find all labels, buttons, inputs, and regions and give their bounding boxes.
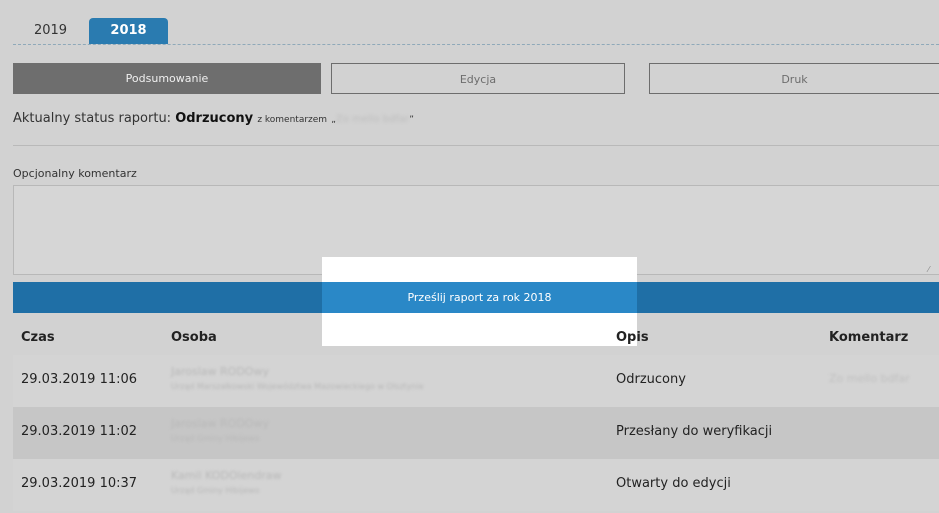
year-tabs: 2019 2018 xyxy=(13,18,939,45)
highlight-overlay-bottom xyxy=(322,313,637,346)
status-prefix: Aktualny status raportu: xyxy=(13,111,172,126)
row-description: Otwarty do edycji xyxy=(616,476,731,491)
header-comment: Komentarz xyxy=(829,330,909,345)
report-status: Aktualny status raportu: Odrzucony z kom… xyxy=(13,111,414,126)
row-person: Kamil KODOlendraw Urząd Gminy Hlbijewo xyxy=(171,469,282,495)
print-button[interactable]: Druk xyxy=(649,63,939,94)
comment-label: Opcjonalny komentarz xyxy=(13,167,137,180)
person-name: Kamil KODOlendraw xyxy=(171,469,282,482)
person-name: Jaroslaw RODOwy xyxy=(171,417,269,430)
row-time: 29.03.2019 11:02 xyxy=(21,424,138,439)
row-person: Jaroslaw RODOwy Urząd Gminy Hlbijewo xyxy=(171,417,269,443)
highlight-overlay-top xyxy=(322,257,637,282)
summary-button[interactable]: Podsumowanie xyxy=(13,63,321,94)
row-time: 29.03.2019 10:37 xyxy=(21,476,138,491)
person-org: Urząd Gminy Hlbijewo xyxy=(171,486,260,495)
table-row: 29.03.2019 11:02 Jaroslaw RODOwy Urząd G… xyxy=(13,407,939,459)
table-row: 29.03.2019 10:37 Kamil KODOlendraw Urząd… xyxy=(13,459,939,511)
row-description: Przesłany do weryfikacji xyxy=(616,424,773,439)
person-name: Jaroslaw RODOwy xyxy=(171,365,269,378)
edit-button[interactable]: Edycja xyxy=(331,63,625,94)
person-org: Urząd Gminy Hlbijewo xyxy=(171,434,260,443)
table-row: 29.03.2019 11:06 Jaroslaw RODOwy Urząd M… xyxy=(13,355,939,407)
header-person: Osoba xyxy=(171,330,217,345)
tab-2018[interactable]: 2018 xyxy=(89,18,168,44)
row-time: 29.03.2019 11:06 xyxy=(21,372,138,387)
person-org: Urząd Marszałkowski Województwa Mazowiec… xyxy=(171,382,424,391)
row-person: Jaroslaw RODOwy Urząd Marszałkowski Woje… xyxy=(171,365,424,391)
divider xyxy=(13,145,939,146)
row-description: Odrzucony xyxy=(616,372,686,387)
status-value: Odrzucony xyxy=(175,111,254,126)
status-comment-close-quote: ” xyxy=(409,115,414,125)
highlighted-submit-button[interactable]: Prześlij raport za rok 2018 xyxy=(322,282,637,313)
tab-2019[interactable]: 2019 xyxy=(13,18,88,44)
header-time: Czas xyxy=(21,330,55,345)
row-comment: Zo mello bdfar xyxy=(829,372,910,385)
status-comment-prefix: z komentarzem xyxy=(257,115,328,125)
status-comment: Zo mello bdfar xyxy=(335,114,410,125)
header-description: Opis xyxy=(616,330,649,345)
